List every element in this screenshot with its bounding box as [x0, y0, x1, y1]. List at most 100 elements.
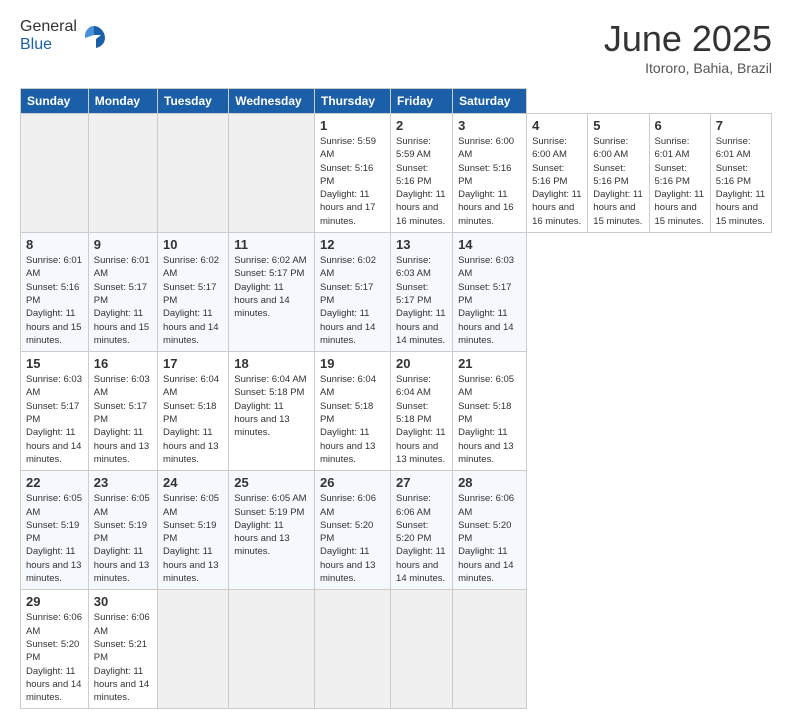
calendar-cell [229, 590, 315, 709]
day-number: 29 [26, 594, 83, 609]
day-info: Sunrise: 5:59 AMSunset: 5:16 PMDaylight:… [396, 135, 447, 228]
calendar-cell [88, 114, 157, 233]
day-number: 19 [320, 356, 385, 371]
calendar-cell: 6 Sunrise: 6:01 AMSunset: 5:16 PMDayligh… [649, 114, 710, 233]
day-number: 25 [234, 475, 309, 490]
day-info: Sunrise: 6:05 AMSunset: 5:19 PMDaylight:… [26, 492, 83, 585]
calendar-cell: 18 Sunrise: 6:04 AMSunset: 5:18 PMDaylig… [229, 352, 315, 471]
col-header-friday: Friday [391, 89, 453, 114]
calendar-cell [391, 590, 453, 709]
day-number: 28 [458, 475, 521, 490]
day-number: 24 [163, 475, 223, 490]
col-header-wednesday: Wednesday [229, 89, 315, 114]
day-info: Sunrise: 6:03 AMSunset: 5:17 PMDaylight:… [396, 254, 447, 347]
calendar-cell [315, 590, 391, 709]
calendar-cell [21, 114, 89, 233]
calendar-cell [158, 114, 229, 233]
calendar-cell [229, 114, 315, 233]
calendar-cell: 23 Sunrise: 6:05 AMSunset: 5:19 PMDaylig… [88, 471, 157, 590]
calendar-cell: 7 Sunrise: 6:01 AMSunset: 5:16 PMDayligh… [710, 114, 771, 233]
day-info: Sunrise: 6:03 AMSunset: 5:17 PMDaylight:… [94, 373, 152, 466]
calendar-week-0: 1 Sunrise: 5:59 AMSunset: 5:16 PMDayligh… [21, 114, 772, 233]
day-info: Sunrise: 6:06 AMSunset: 5:20 PMDaylight:… [458, 492, 521, 585]
logo-icon [79, 21, 109, 51]
calendar-week-1: 8 Sunrise: 6:01 AMSunset: 5:16 PMDayligh… [21, 233, 772, 352]
calendar-cell: 15 Sunrise: 6:03 AMSunset: 5:17 PMDaylig… [21, 352, 89, 471]
calendar-cell: 1 Sunrise: 5:59 AMSunset: 5:16 PMDayligh… [315, 114, 391, 233]
day-info: Sunrise: 6:05 AMSunset: 5:19 PMDaylight:… [163, 492, 223, 585]
day-info: Sunrise: 6:04 AMSunset: 5:18 PMDaylight:… [320, 373, 385, 466]
day-number: 14 [458, 237, 521, 252]
day-number: 27 [396, 475, 447, 490]
calendar-cell: 2 Sunrise: 5:59 AMSunset: 5:16 PMDayligh… [391, 114, 453, 233]
day-info: Sunrise: 6:01 AMSunset: 5:16 PMDaylight:… [716, 135, 766, 228]
title-block: June 2025 Itororo, Bahia, Brazil [604, 18, 772, 76]
calendar-cell: 17 Sunrise: 6:04 AMSunset: 5:18 PMDaylig… [158, 352, 229, 471]
day-info: Sunrise: 6:03 AMSunset: 5:17 PMDaylight:… [458, 254, 521, 347]
day-info: Sunrise: 6:06 AMSunset: 5:20 PMDaylight:… [26, 611, 83, 704]
day-number: 8 [26, 237, 83, 252]
day-info: Sunrise: 6:01 AMSunset: 5:17 PMDaylight:… [94, 254, 152, 347]
day-info: Sunrise: 6:05 AMSunset: 5:19 PMDaylight:… [234, 492, 309, 558]
calendar-week-2: 15 Sunrise: 6:03 AMSunset: 5:17 PMDaylig… [21, 352, 772, 471]
calendar-cell: 12 Sunrise: 6:02 AMSunset: 5:17 PMDaylig… [315, 233, 391, 352]
day-number: 26 [320, 475, 385, 490]
calendar-cell: 8 Sunrise: 6:01 AMSunset: 5:16 PMDayligh… [21, 233, 89, 352]
col-header-tuesday: Tuesday [158, 89, 229, 114]
day-number: 22 [26, 475, 83, 490]
day-number: 7 [716, 118, 766, 133]
col-header-saturday: Saturday [453, 89, 527, 114]
calendar-cell: 22 Sunrise: 6:05 AMSunset: 5:19 PMDaylig… [21, 471, 89, 590]
calendar-cell: 5 Sunrise: 6:00 AMSunset: 5:16 PMDayligh… [588, 114, 649, 233]
day-info: Sunrise: 6:05 AMSunset: 5:18 PMDaylight:… [458, 373, 521, 466]
calendar-cell [158, 590, 229, 709]
day-number: 21 [458, 356, 521, 371]
day-info: Sunrise: 6:06 AMSunset: 5:20 PMDaylight:… [396, 492, 447, 585]
day-number: 12 [320, 237, 385, 252]
day-info: Sunrise: 6:03 AMSunset: 5:17 PMDaylight:… [26, 373, 83, 466]
day-info: Sunrise: 6:05 AMSunset: 5:19 PMDaylight:… [94, 492, 152, 585]
calendar-cell: 21 Sunrise: 6:05 AMSunset: 5:18 PMDaylig… [453, 352, 527, 471]
day-number: 15 [26, 356, 83, 371]
day-number: 16 [94, 356, 152, 371]
calendar-cell: 19 Sunrise: 6:04 AMSunset: 5:18 PMDaylig… [315, 352, 391, 471]
day-number: 18 [234, 356, 309, 371]
day-info: Sunrise: 6:04 AMSunset: 5:18 PMDaylight:… [234, 373, 309, 439]
logo-blue: Blue [20, 36, 52, 53]
day-number: 10 [163, 237, 223, 252]
calendar-cell: 29 Sunrise: 6:06 AMSunset: 5:20 PMDaylig… [21, 590, 89, 709]
day-number: 3 [458, 118, 521, 133]
calendar-cell: 10 Sunrise: 6:02 AMSunset: 5:17 PMDaylig… [158, 233, 229, 352]
day-number: 20 [396, 356, 447, 371]
calendar-cell: 25 Sunrise: 6:05 AMSunset: 5:19 PMDaylig… [229, 471, 315, 590]
day-number: 1 [320, 118, 385, 133]
calendar-week-3: 22 Sunrise: 6:05 AMSunset: 5:19 PMDaylig… [21, 471, 772, 590]
calendar-table: SundayMondayTuesdayWednesdayThursdayFrid… [20, 88, 772, 709]
day-number: 30 [94, 594, 152, 609]
calendar-cell [453, 590, 527, 709]
day-info: Sunrise: 6:00 AMSunset: 5:16 PMDaylight:… [458, 135, 521, 228]
day-number: 4 [532, 118, 582, 133]
calendar-cell: 3 Sunrise: 6:00 AMSunset: 5:16 PMDayligh… [453, 114, 527, 233]
day-info: Sunrise: 6:02 AMSunset: 5:17 PMDaylight:… [320, 254, 385, 347]
day-number: 5 [593, 118, 643, 133]
day-info: Sunrise: 6:04 AMSunset: 5:18 PMDaylight:… [163, 373, 223, 466]
col-header-thursday: Thursday [315, 89, 391, 114]
calendar-cell: 11 Sunrise: 6:02 AMSunset: 5:17 PMDaylig… [229, 233, 315, 352]
day-info: Sunrise: 6:06 AMSunset: 5:20 PMDaylight:… [320, 492, 385, 585]
calendar-cell: 27 Sunrise: 6:06 AMSunset: 5:20 PMDaylig… [391, 471, 453, 590]
calendar-cell: 30 Sunrise: 6:06 AMSunset: 5:21 PMDaylig… [88, 590, 157, 709]
location: Itororo, Bahia, Brazil [604, 60, 772, 76]
calendar-header-row: SundayMondayTuesdayWednesdayThursdayFrid… [21, 89, 772, 114]
calendar-cell: 4 Sunrise: 6:00 AMSunset: 5:16 PMDayligh… [527, 114, 588, 233]
logo-general: General [20, 18, 77, 35]
day-number: 9 [94, 237, 152, 252]
calendar-cell: 20 Sunrise: 6:04 AMSunset: 5:18 PMDaylig… [391, 352, 453, 471]
day-info: Sunrise: 6:04 AMSunset: 5:18 PMDaylight:… [396, 373, 447, 466]
day-info: Sunrise: 6:01 AMSunset: 5:16 PMDaylight:… [26, 254, 83, 347]
day-number: 11 [234, 237, 309, 252]
calendar-cell: 24 Sunrise: 6:05 AMSunset: 5:19 PMDaylig… [158, 471, 229, 590]
logo: General Blue [20, 18, 109, 54]
day-info: Sunrise: 6:00 AMSunset: 5:16 PMDaylight:… [532, 135, 582, 228]
day-info: Sunrise: 6:06 AMSunset: 5:21 PMDaylight:… [94, 611, 152, 704]
